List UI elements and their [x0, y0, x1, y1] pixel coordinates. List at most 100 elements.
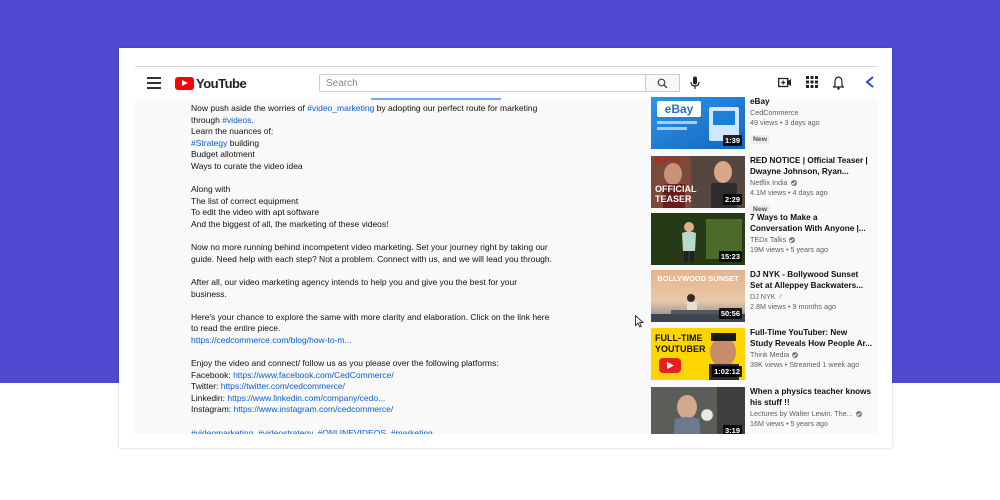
- description-link[interactable]: https://cedcommerce.com/blog/how-to-m...: [191, 335, 352, 345]
- video-stats: 4.1M views • 4 days ago: [750, 187, 828, 197]
- cut-off-link-underline: [371, 98, 501, 100]
- hashtag-link[interactable]: #marketing: [391, 428, 433, 434]
- video-channel[interactable]: TEDx Talks: [750, 235, 876, 245]
- channel-name[interactable]: Netflix India: [750, 178, 788, 188]
- channel-name[interactable]: Lectures by Walter Lewin. The...: [750, 409, 853, 419]
- video-thumbnail[interactable]: eBay 1:39: [651, 97, 745, 149]
- video-title[interactable]: RED NOTICE | Official Teaser |: [750, 156, 876, 167]
- search-input[interactable]: [319, 74, 646, 92]
- description-text: Linkedin:: [191, 392, 228, 403]
- description-line: Now no more running behind incompetent v…: [191, 242, 548, 254]
- related-video-item[interactable]: FULL-TIME YOUTUBER 1:02:12 Full-Time YouTub…: [651, 328, 876, 384]
- video-meta: DJ NYK - Bollywood Sunset Set at Alleppey…: [750, 270, 876, 312]
- create-video-icon[interactable]: [778, 76, 792, 89]
- description-line: [191, 300, 541, 312]
- description-text: through: [191, 114, 223, 125]
- video-title[interactable]: Set at Alleppey Backwaters...: [750, 281, 876, 292]
- video-channel[interactable]: Netflix India: [750, 178, 876, 188]
- hashtag-link[interactable]: #ONLINEVIDEOS: [318, 428, 387, 434]
- related-video-item[interactable]: NETFLIX OFFICIAL TEASER 2:29 RED NOTICE | Of…: [651, 156, 876, 214]
- description-link[interactable]: https://www.instagram.com/cedcommerce/: [234, 404, 394, 414]
- description-text: Learn the nuances of:: [191, 126, 274, 137]
- hashtag-link[interactable]: #videomarketing: [191, 428, 253, 434]
- hashtag-link[interactable]: #videostrategy: [258, 428, 313, 434]
- description-link[interactable]: https://twitter.com/cedcommerce/: [221, 381, 345, 391]
- description-link[interactable]: #Strategy: [191, 138, 227, 148]
- video-stats: 19M views • 5 years ago: [750, 244, 829, 254]
- svg-text:BOLLYWOOD SUNSET: BOLLYWOOD SUNSET: [657, 274, 739, 283]
- description-text: .: [251, 114, 254, 125]
- video-thumbnail[interactable]: NETFLIX OFFICIAL TEASER 2:29: [651, 156, 745, 208]
- video-thumbnail[interactable]: FULL-TIME YOUTUBER 1:02:12: [651, 328, 745, 380]
- video-thumbnail[interactable]: 3:19: [651, 387, 745, 434]
- video-title[interactable]: Full-Time YouTuber: New: [750, 328, 876, 339]
- related-video-item[interactable]: 15:23 7 Ways to Make a Conversation With A…: [651, 213, 876, 269]
- description-line: Twitter: https://twitter.com/cedcommerce…: [191, 381, 541, 393]
- channel-name[interactable]: DJ NYK: [750, 292, 776, 302]
- video-title[interactable]: his stuff !!: [750, 398, 876, 409]
- description-link[interactable]: #video_marketing: [307, 103, 374, 113]
- channel-name[interactable]: Think Media: [750, 350, 789, 360]
- description-text: Ways to curate the video idea: [191, 160, 303, 171]
- video-channel[interactable]: Think Media: [750, 350, 876, 360]
- video-title[interactable]: Study Reveals How People Ar...: [750, 339, 876, 350]
- description-line: Budget allotment: [191, 149, 541, 161]
- description-line: Ways to curate the video idea: [191, 161, 541, 173]
- search-button[interactable]: [646, 74, 680, 92]
- svg-text:TEASER: TEASER: [655, 194, 692, 204]
- video-channel[interactable]: CedCommerce: [750, 108, 876, 118]
- video-duration: 1:39: [722, 135, 742, 146]
- description-line: https://cedcommerce.com/blog/how-to-m...: [191, 335, 541, 347]
- description-line: After all, our video marketing agency in…: [191, 277, 541, 289]
- video-stats: 2.8M views • 9 months ago: [750, 301, 837, 311]
- mouse-cursor-icon: [635, 315, 644, 328]
- description-text: Now no more running behind incompetent v…: [191, 242, 548, 253]
- description-line: Linkedin: https://www.linkedin.com/compa…: [191, 393, 541, 405]
- description-text: Here's your chance to explore the same w…: [191, 311, 550, 322]
- description-text: by adopting our perfect route for market…: [374, 103, 538, 113]
- svg-text:NETFLIX: NETFLIX: [655, 158, 680, 164]
- description-text: Along with: [191, 184, 231, 195]
- related-video-item[interactable]: BOLLYWOOD SUNSET 50:56 DJ NYK - Bollywood …: [651, 270, 876, 326]
- description-line: To edit the video with apt software: [191, 207, 541, 219]
- description-text: Instagram:: [191, 404, 234, 415]
- notifications-bell-icon[interactable]: [833, 76, 844, 90]
- video-channel[interactable]: Lectures by Walter Lewin. The...: [750, 409, 876, 419]
- description-line: [191, 346, 541, 358]
- description-line: #videomarketing, #videostrategy, #ONLINE…: [191, 428, 541, 434]
- video-title[interactable]: eBay: [750, 97, 876, 108]
- description-link[interactable]: https://www.facebook.com/CedCommerce/: [233, 370, 394, 380]
- apps-grid-icon[interactable]: [806, 76, 818, 88]
- video-title[interactable]: Dwayne Johnson, Ryan...: [750, 167, 876, 178]
- video-duration: 3:19: [722, 425, 742, 434]
- related-video-item[interactable]: eBay 1:39 eBay CedCommerce 49 views • 3 days…: [651, 97, 876, 153]
- account-avatar-icon[interactable]: [865, 76, 875, 88]
- video-duration: 1:02:12: [712, 366, 742, 377]
- svg-text:eBay: eBay: [665, 102, 694, 116]
- youtube-logo[interactable]: YouTube: [175, 76, 247, 91]
- related-video-item[interactable]: 3:19 When a physics teacher knows his stuf…: [651, 387, 876, 434]
- menu-icon[interactable]: [147, 77, 161, 89]
- video-title[interactable]: 7 Ways to Make a: [750, 213, 876, 224]
- verified-check-icon: [792, 351, 799, 358]
- description-line: through #videos.: [191, 115, 541, 127]
- description-link[interactable]: #videos: [222, 115, 251, 125]
- description-line: Here's your chance to explore the same w…: [191, 312, 549, 324]
- video-title[interactable]: When a physics teacher knows: [750, 387, 876, 398]
- channel-name[interactable]: CedCommerce: [750, 108, 798, 118]
- video-channel[interactable]: DJ NYK ♪: [750, 292, 876, 302]
- description-line: Instagram: https://www.instagram.com/ced…: [191, 404, 541, 416]
- channel-name[interactable]: TEDx Talks: [750, 235, 786, 245]
- description-link[interactable]: https://www.linkedin.com/company/cedo...: [227, 393, 385, 403]
- video-title[interactable]: Conversation With Anyone |...: [750, 224, 876, 235]
- description-line: [191, 265, 541, 277]
- video-thumbnail[interactable]: 15:23: [651, 213, 745, 265]
- description-text: After all, our video marketing agency in…: [191, 276, 518, 287]
- video-meta: RED NOTICE | Official Teaser | Dwayne Joh…: [750, 156, 876, 216]
- svg-text:YOUTUBER: YOUTUBER: [655, 344, 706, 354]
- video-thumbnail[interactable]: BOLLYWOOD SUNSET 50:56: [651, 270, 745, 322]
- new-badge: New: [750, 134, 770, 144]
- microphone-icon[interactable]: [690, 76, 700, 90]
- video-title[interactable]: DJ NYK - Bollywood Sunset: [750, 270, 876, 281]
- description-text: to read the entire piece.: [191, 323, 281, 334]
